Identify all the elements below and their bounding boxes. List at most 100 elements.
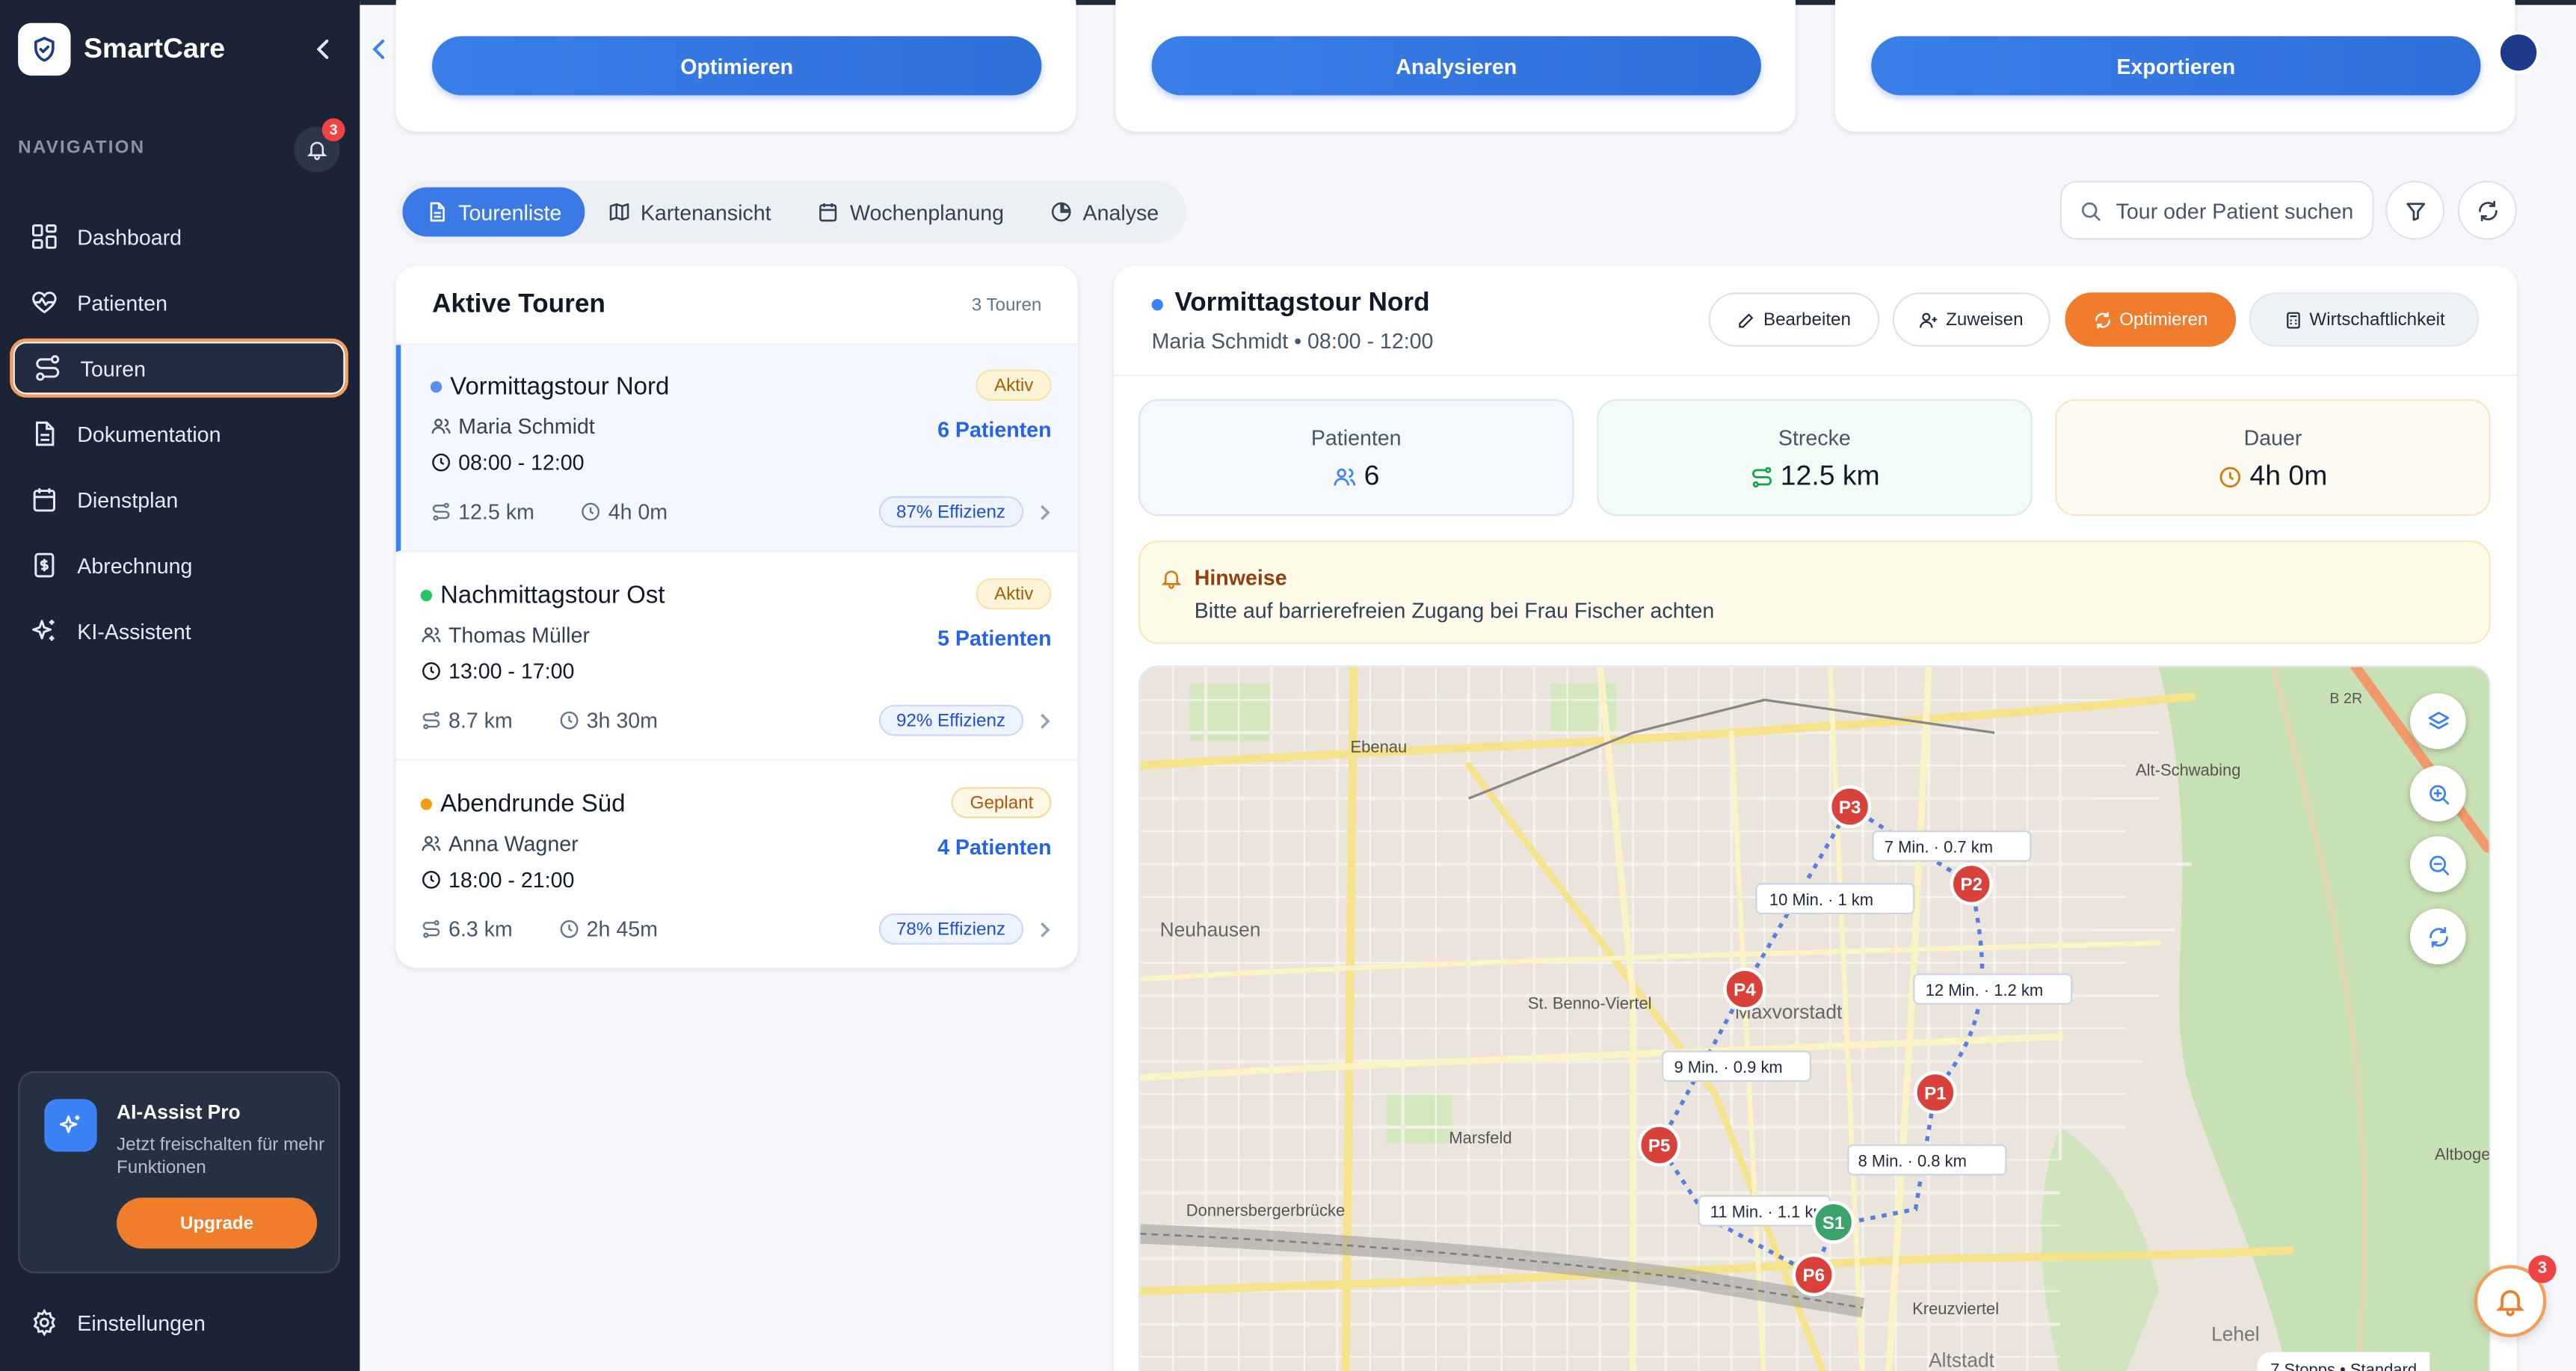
map-icon <box>609 203 629 221</box>
receipt-icon <box>34 552 55 578</box>
refresh-button[interactable] <box>2457 180 2517 240</box>
status-badge: Aktiv <box>976 369 1052 401</box>
tab-wochenplanung[interactable]: Wochenplanung <box>794 188 1026 237</box>
sidebar-item-dienstplan[interactable]: Dienstplan <box>10 470 348 529</box>
assign-button[interactable]: Zuweisen <box>1892 292 2050 347</box>
sidebar-item-ki-assistent[interactable]: KI-Assistent <box>10 601 348 660</box>
tour-person: Anna Wagner <box>421 831 579 856</box>
search-input[interactable] <box>2116 197 2363 223</box>
efficiency-badge: 78% Effizienz <box>878 913 1024 945</box>
map-marker-s1[interactable]: S1 <box>1812 1201 1855 1244</box>
sidebar-item-settings[interactable]: Einstellungen <box>10 1293 348 1352</box>
sidebar-item-abrechnung[interactable]: Abrechnung <box>10 535 348 594</box>
dashboard-icon <box>32 224 57 249</box>
notifications-button[interactable]: 3 <box>294 118 345 173</box>
tab-kartenansicht[interactable]: Kartenansicht <box>585 188 794 237</box>
distance: 8.7 km <box>421 708 536 733</box>
brand[interactable]: SmartCare <box>18 22 225 76</box>
distance-value: 6.3 km <box>448 916 513 942</box>
optimize-tour-button[interactable]: Optimieren <box>2065 292 2237 347</box>
tab-analyse[interactable]: Analyse <box>1027 188 1182 237</box>
sidebar-item-label: Dashboard <box>77 224 182 249</box>
duration-value: 3h 30m <box>586 708 658 733</box>
economy-button[interactable]: Wirtschaftlichkeit <box>2249 292 2480 347</box>
active-tours-card: Aktive Touren 3 Touren Vormittagstour No… <box>395 266 1078 968</box>
map-marker-p2[interactable]: P2 <box>1950 862 1993 905</box>
map-reset-button[interactable] <box>2410 908 2466 965</box>
view-tabs: Tourenliste Kartenansicht Wochenplanung … <box>397 180 1187 244</box>
segment-label: 7 Min. · 0.7 km <box>1885 838 1993 857</box>
tour-meta: 6.3 km 2h 45m <box>421 916 704 941</box>
export-button[interactable]: Exportieren <box>1871 36 2481 96</box>
upgrade-button[interactable]: Upgrade <box>117 1198 318 1249</box>
stat-duration: Dauer 4h 0m <box>2055 399 2491 517</box>
clock-icon <box>560 711 579 730</box>
district-label: Altstadt <box>1929 1349 1995 1371</box>
ai-assist-promo: AI-Assist Pro Jetzt freischalten für meh… <box>18 1070 340 1274</box>
user-plus-icon <box>1920 312 1938 327</box>
duration-value: 4h 0m <box>2249 460 2328 492</box>
promo-title: AI-Assist Pro <box>117 1100 241 1124</box>
clock-icon <box>582 502 600 521</box>
chevron-right-icon <box>1041 505 1050 520</box>
map-layers-button[interactable] <box>2410 693 2466 750</box>
sidebar-item-touren[interactable]: Touren <box>10 338 348 398</box>
distance: 12.5 km <box>431 499 558 524</box>
map-marker-p3[interactable]: P3 <box>1828 785 1872 828</box>
sidebar-item-dokumentation[interactable]: Dokumentation <box>10 404 348 463</box>
collapse-sidebar-icon[interactable] <box>312 36 336 62</box>
analyze-button[interactable]: Analysieren <box>1151 36 1761 96</box>
sidebar-item-label: KI-Assistent <box>77 618 191 644</box>
route-map[interactable]: Ebenau Neuhausen St. Benno-Viertel Maxvo… <box>1138 665 2491 1371</box>
sidebar-item-patienten[interactable]: Patienten <box>10 273 348 332</box>
clock-icon <box>422 662 440 680</box>
bell-icon <box>2496 1290 2525 1316</box>
zoom-in-icon <box>2429 784 2449 804</box>
district-label: Lehel <box>2211 1322 2260 1345</box>
edit-label: Bearbeiten <box>1763 309 1851 330</box>
edit-button[interactable]: Bearbeiten <box>1708 292 1880 347</box>
document-icon <box>35 421 55 446</box>
hints-box: Hinweise Bitte auf barrierefreien Zugang… <box>1138 540 2491 644</box>
map-marker-p6[interactable]: P6 <box>1792 1253 1835 1296</box>
sidebar-item-dashboard[interactable]: Dashboard <box>10 207 348 266</box>
optimize-all-button[interactable]: Optimieren <box>431 36 1042 96</box>
users-icon <box>431 419 451 434</box>
tour-item[interactable]: Abendrunde Süd Geplant Anna Wagner 4 Pat… <box>396 762 1078 968</box>
tab-tourenliste[interactable]: Tourenliste <box>402 187 585 237</box>
refresh-icon <box>2429 925 2447 947</box>
tour-item[interactable]: Vormittagstour Nord Aktiv Maria Schmidt … <box>395 345 1078 552</box>
floating-notification-button[interactable]: 3 <box>2474 1255 2557 1337</box>
map-marker-p4[interactable]: P4 <box>1723 967 1766 1011</box>
time-range: 13:00 - 17:00 <box>448 659 575 684</box>
search-box[interactable] <box>2059 180 2374 240</box>
district-label: Neuhausen <box>1160 919 1261 941</box>
route-icon <box>422 919 440 938</box>
chevron-left-icon[interactable] <box>372 36 388 70</box>
district-label: Marsfeld <box>1449 1129 1512 1147</box>
sparkle-icon <box>44 1099 97 1152</box>
marker-label: P3 <box>1839 798 1861 818</box>
zoom-out-button[interactable] <box>2410 836 2466 893</box>
map-canvas[interactable]: Ebenau Neuhausen St. Benno-Viertel Maxvo… <box>1140 667 2491 1371</box>
summary-card-analyze: Analysieren <box>1115 0 1796 132</box>
duration: 4h 0m <box>580 499 691 524</box>
tour-time: 13:00 - 17:00 <box>421 659 575 684</box>
marker-label: P4 <box>1734 980 1756 1000</box>
sidebar-item-label: Patienten <box>77 289 168 315</box>
patient-count: 6 Patienten <box>937 417 1052 443</box>
zoom-in-button[interactable] <box>2410 765 2466 822</box>
map-marker-p1[interactable]: P1 <box>1914 1070 1957 1115</box>
nav-section-label: NAVIGATION <box>18 138 146 158</box>
gear-icon <box>33 1308 56 1337</box>
stat-value: 6 <box>1140 460 1572 493</box>
tour-item[interactable]: Nachmittagstour Ost Aktiv Thomas Müller … <box>395 554 1078 761</box>
map-marker-p5[interactable]: P5 <box>1638 1124 1681 1167</box>
efficiency-badge: 92% Effizienz <box>878 704 1024 736</box>
pencil-icon <box>1740 312 1754 327</box>
tab-label: Kartenansicht <box>640 200 771 224</box>
calendar-icon <box>819 203 838 222</box>
avatar[interactable] <box>2497 31 2540 74</box>
filter-button[interactable] <box>2385 180 2445 240</box>
segment-label: 11 Min. · 1.1 km <box>1710 1202 1827 1221</box>
